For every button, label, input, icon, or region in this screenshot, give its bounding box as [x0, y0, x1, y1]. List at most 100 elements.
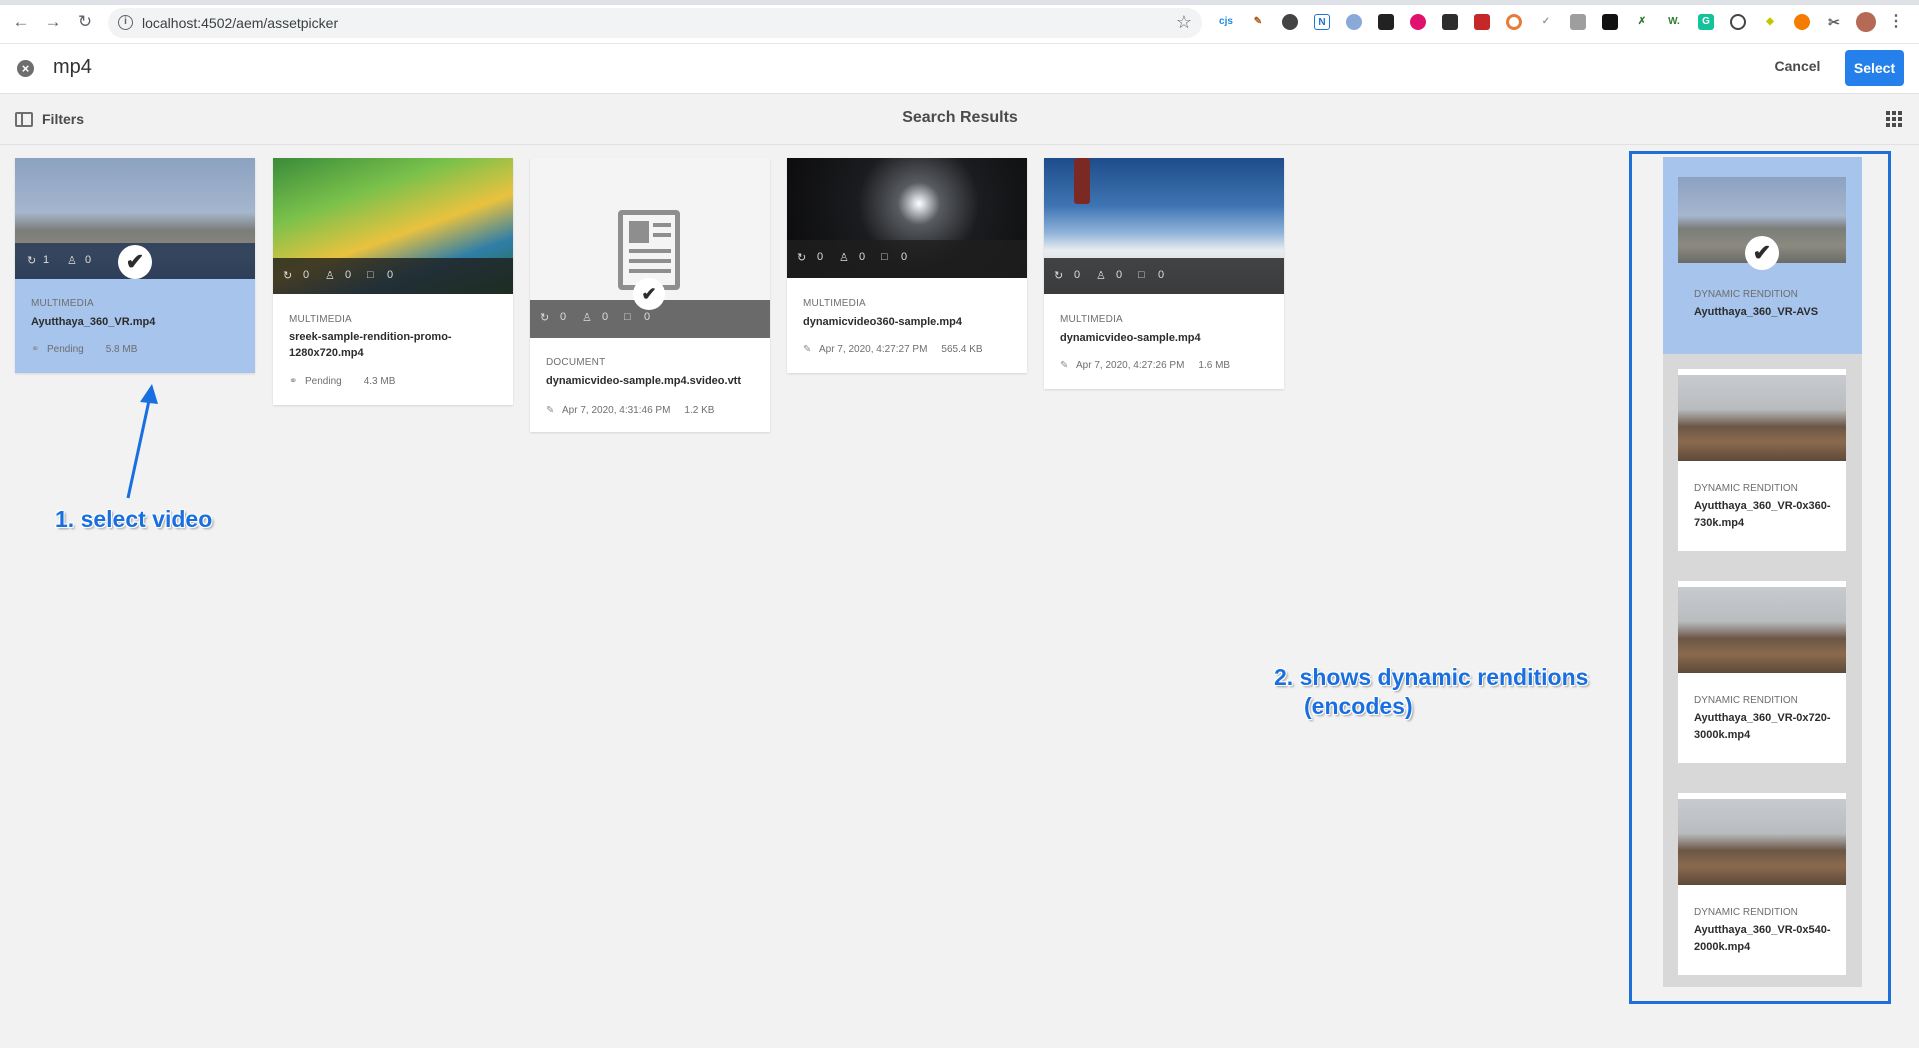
- asset-name: sreek-sample-rendition-promo-1280x720.mp…: [289, 331, 452, 359]
- tab-strip: [0, 0, 1919, 5]
- bookmark-star-icon[interactable]: ☆: [1176, 12, 1192, 33]
- extension-icon[interactable]: ◆: [1762, 14, 1778, 30]
- asset-thumbnail: ↻ 0 ♙ 0 □ 0: [273, 158, 513, 294]
- versions-icon: □: [1138, 269, 1145, 281]
- avatar[interactable]: [1856, 12, 1876, 32]
- asset-name: dynamicvideo360-sample.mp4: [803, 316, 962, 328]
- filters-rail-icon[interactable]: [15, 112, 33, 127]
- clear-search-icon[interactable]: ×: [17, 60, 34, 77]
- users-icon: ♙: [67, 255, 77, 267]
- asset-type: MULTIMEDIA: [803, 298, 866, 309]
- cancel-button[interactable]: Cancel: [1760, 58, 1835, 80]
- extension-icon[interactable]: [1794, 14, 1810, 30]
- asset-card[interactable]: ↻ 1 ♙ 0 ✔ MULTIMEDIA Ayutthaya_360_VR.mp…: [15, 158, 255, 373]
- comments-count: 0: [303, 269, 310, 281]
- more-menu-icon[interactable]: ⋮: [1888, 14, 1904, 30]
- asset-footer: ✎ Apr 7, 2020, 4:27:26 PM 1.6 MB: [1060, 360, 1230, 371]
- asset-modified-date: Apr 7, 2020, 4:31:46 PM: [562, 405, 671, 416]
- extension-icon[interactable]: [1442, 14, 1458, 30]
- annotation-step-2-detail: (encodes): [1304, 693, 1413, 719]
- asset-footer: ⚭ Pending 4.3 MB: [289, 376, 395, 387]
- extension-icon[interactable]: ✗: [1634, 14, 1650, 30]
- versions-icon: □: [881, 251, 888, 263]
- asset-card[interactable]: ↻ 0 ♙ 0 □ 0 MULTIMEDIA dynamicvideo360-s…: [787, 158, 1027, 373]
- versions-icon: □: [367, 269, 374, 281]
- forward-arrow-icon[interactable]: →: [44, 13, 62, 31]
- asset-picker-header: × mp4 Cancel Select: [0, 44, 1919, 94]
- pencil-icon: ✎: [1060, 360, 1069, 371]
- extension-icon[interactable]: [1346, 14, 1362, 30]
- comments-count: 0: [560, 311, 567, 323]
- asset-size: 1.2 KB: [684, 405, 715, 416]
- asset-card[interactable]: ↻ 0 ♙ 0 □ 0 MULTIMEDIA sreek-sample-rend…: [273, 158, 513, 405]
- asset-type: DOCUMENT: [546, 357, 606, 368]
- results-toolbar: Filters Search Results: [0, 95, 1919, 145]
- users-count: 0: [1116, 269, 1123, 281]
- asset-size: 565.4 KB: [941, 344, 983, 355]
- asset-footer: ✎ Apr 7, 2020, 4:31:46 PM 1.2 KB: [546, 405, 714, 416]
- grid-view-icon[interactable]: [1886, 111, 1902, 127]
- reload-icon[interactable]: ↻: [76, 13, 94, 31]
- comments-count: 0: [817, 251, 824, 263]
- back-arrow-icon[interactable]: ←: [12, 13, 30, 31]
- asset-name: dynamicvideo-sample.mp4: [1060, 332, 1201, 344]
- select-button[interactable]: Select: [1845, 50, 1904, 86]
- hiker-figure: [1074, 158, 1090, 204]
- users-count: 0: [602, 311, 609, 323]
- extension-icon[interactable]: [1730, 14, 1746, 30]
- extension-icon[interactable]: ✎: [1250, 14, 1266, 30]
- versions-count: 0: [1158, 269, 1165, 281]
- globe-icon: ⚭: [289, 376, 298, 387]
- users-icon: ♙: [325, 270, 335, 282]
- asset-stats-bar: ↻ 0 ♙ 0 □ 0: [787, 240, 1027, 278]
- extension-icon[interactable]: N: [1314, 14, 1330, 30]
- asset-stats-bar: ↻ 0 ♙ 0 □ 0: [273, 258, 513, 294]
- comments-count: 0: [1074, 269, 1081, 281]
- asset-card[interactable]: ↻ 0 ♙ 0 □ 0 ✔ DOCUMENT dynamicvideo-samp…: [530, 158, 770, 432]
- select-checkmark-icon[interactable]: ✔: [633, 278, 665, 310]
- extension-icon[interactable]: G: [1698, 14, 1714, 30]
- versions-count: 0: [901, 251, 908, 263]
- asset-type: MULTIMEDIA: [31, 298, 94, 309]
- asset-thumbnail: ↻ 0 ♙ 0 □ 0: [1044, 158, 1284, 294]
- annotation-highlight-box: [1629, 151, 1891, 1004]
- annotation-step-1: 1. select video: [55, 506, 213, 532]
- extension-icon[interactable]: cjs: [1218, 14, 1234, 30]
- asset-modified-date: Apr 7, 2020, 4:27:27 PM: [819, 344, 928, 355]
- asset-type: MULTIMEDIA: [289, 314, 352, 325]
- extension-icon[interactable]: ✓: [1538, 14, 1554, 30]
- comments-count: 1: [43, 254, 50, 266]
- extension-icon[interactable]: [1474, 14, 1490, 30]
- asset-size: 5.8 MB: [105, 344, 138, 355]
- globe-icon: ⚭: [31, 344, 40, 355]
- address-url[interactable]: localhost:4502/aem/assetpicker: [142, 15, 338, 31]
- search-input[interactable]: mp4: [53, 56, 92, 79]
- extension-icon[interactable]: [1506, 14, 1522, 30]
- asset-footer: ⚭ Pending 5.8 MB: [31, 344, 137, 355]
- comments-icon: ↻: [27, 255, 37, 267]
- asset-card[interactable]: ↻ 0 ♙ 0 □ 0 MULTIMEDIA dynamicvideo-samp…: [1044, 158, 1284, 389]
- puzzle-icon[interactable]: ✂: [1826, 14, 1842, 30]
- extension-icon[interactable]: [1570, 14, 1586, 30]
- extension-icon[interactable]: W.: [1666, 14, 1682, 30]
- users-icon: ♙: [582, 312, 592, 324]
- comments-icon: ↻: [283, 270, 293, 282]
- asset-type: MULTIMEDIA: [1060, 314, 1123, 325]
- annotation-arrow-icon: [126, 384, 158, 499]
- versions-icon: □: [624, 311, 631, 323]
- asset-thumbnail: ↻ 0 ♙ 0 □ 0: [787, 158, 1027, 278]
- pencil-icon: ✎: [803, 344, 812, 355]
- asset-status: Pending: [305, 376, 342, 387]
- asset-status: Pending: [47, 344, 84, 355]
- extension-icon[interactable]: [1378, 14, 1394, 30]
- site-info-icon[interactable]: i: [118, 15, 133, 30]
- extension-icon[interactable]: [1410, 14, 1426, 30]
- filters-toggle[interactable]: Filters: [42, 111, 84, 127]
- users-count: 0: [345, 269, 352, 281]
- extension-icon[interactable]: [1602, 14, 1618, 30]
- address-bar[interactable]: i localhost:4502/aem/assetpicker ☆: [108, 8, 1202, 38]
- browser-toolbar: ← → ↻ i localhost:4502/aem/assetpicker ☆…: [0, 0, 1919, 44]
- selected-checkmark-icon[interactable]: ✔: [118, 245, 152, 279]
- extension-icon[interactable]: [1282, 14, 1298, 30]
- versions-count: 0: [644, 311, 651, 323]
